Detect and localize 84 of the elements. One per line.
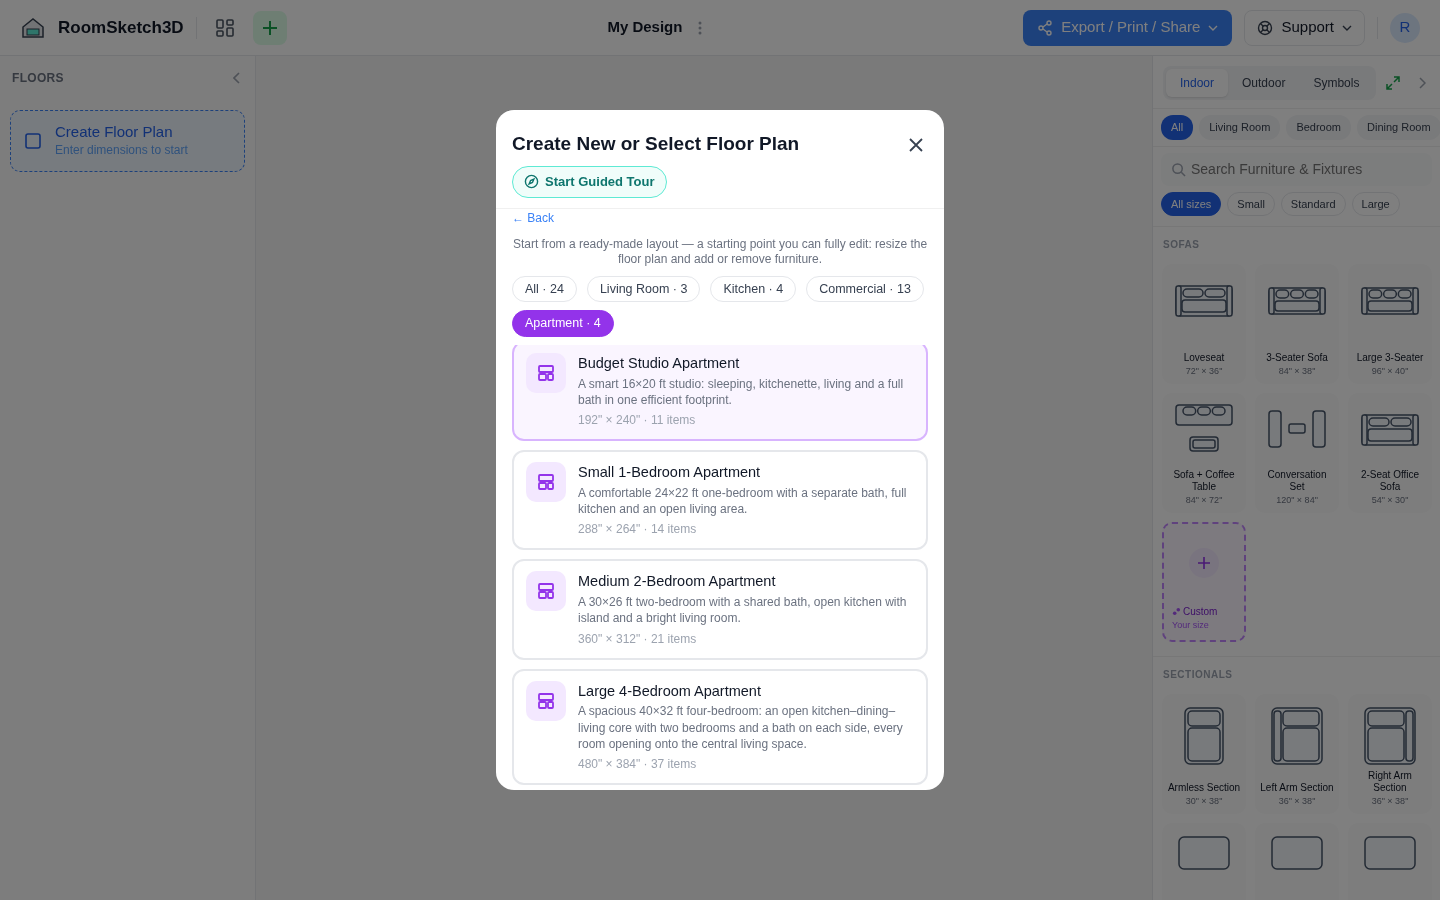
furniture-name: Right Arm Section (1367, 769, 1413, 795)
furniture-name: 3-Seater Sofa (1266, 352, 1328, 365)
furniture-size: 84" × 72" (1185, 493, 1223, 507)
more-icon[interactable] (698, 20, 703, 35)
plus-icon (1189, 548, 1219, 578)
furniture-name: 2-Seat Office Sofa (1359, 468, 1421, 494)
panel-tab[interactable]: Symbols (1299, 69, 1374, 97)
lifebuoy-icon (1257, 19, 1274, 36)
user-avatar[interactable]: R (1390, 12, 1420, 43)
furniture-size: 54" × 30" (1371, 493, 1409, 507)
plan-description: A 30×26 ft two-bedroom with a shared bath, open kitchen with island and a bright living room. (578, 594, 908, 627)
furniture-name: Loveseat (1183, 352, 1225, 365)
size-filter-chip[interactable]: Standard (1280, 191, 1346, 216)
furniture-size: 84" × 38" (1278, 364, 1316, 378)
furniture-name: Armless Section (1167, 782, 1241, 795)
create-subtitle: Enter dimensions to start (55, 142, 188, 159)
layout-icon (526, 680, 566, 721)
plan-title: Medium 2-Bedroom Apartment (578, 572, 777, 592)
category-filter-chip[interactable]: Apartment · 4 (512, 310, 614, 338)
category-filter-chip[interactable]: Kitchen · 4 (710, 275, 797, 303)
caret-icon (1208, 24, 1219, 31)
square-icon (25, 133, 41, 149)
custom-label: Custom (1172, 603, 1218, 619)
layout-icon (526, 353, 566, 394)
floor-plan-card[interactable]: Budget Studio Apartment A smart 16×20 ft studio: sleeping, kitchenette, living and a full bath in one efficient footprint. 192" × 240" · 11 items (512, 345, 928, 442)
furniture-size: 72" × 36" (1185, 364, 1223, 378)
expand-icon[interactable] (1386, 76, 1401, 90)
plan-title: Large 4-Bedroom Apartment (578, 681, 762, 701)
guided-tour-button[interactable]: Start Guided Tour (512, 166, 667, 198)
sidebar-title: FLOORS (12, 70, 64, 87)
chevron-right-icon[interactable] (1418, 77, 1427, 89)
close-icon (908, 136, 924, 153)
plan-title: Budget Studio Apartment (578, 354, 741, 374)
plan-details: 288" × 264" · 14 items (578, 521, 698, 539)
panel-tab[interactable]: Indoor (1166, 69, 1229, 97)
add-button[interactable] (252, 10, 287, 45)
collapse-icon[interactable] (233, 72, 241, 84)
plan-title: Small 1-Bedroom Apartment (578, 463, 762, 483)
create-floor-plan-item[interactable]: Create Floor Plan Enter dimensions to start (10, 110, 245, 172)
plan-description: A spacious 40×32 ft four-bedroom: an open kitchen–dining–living core with two bedrooms and a bath on each side, every room opening onto the central living space. (578, 703, 904, 752)
back-link[interactable]: ← Back (512, 208, 554, 227)
layout-icon (526, 571, 566, 612)
design-title: My Design (607, 17, 683, 38)
category-filter-chip[interactable]: Commercial · 13 (806, 275, 924, 303)
category-filter-chip[interactable]: All · 24 (512, 275, 577, 303)
category-filter-chip[interactable]: Living Room · 3 (586, 275, 701, 303)
panel-tab[interactable]: Outdoor (1228, 69, 1300, 97)
furniture-size: 36" × 38" (1371, 794, 1409, 808)
furniture-name: Sofa + Coffee Table (1172, 468, 1236, 494)
floor-plan-card[interactable]: Small 1-Bedroom Apartment A comfortable 24×22 ft one-bedroom with a separate bath, full kitchen and an open living area. 288" × 264" · 14 items (512, 450, 928, 551)
compass-icon (524, 174, 539, 190)
room-filter-chip[interactable]: Dining Room (1357, 115, 1440, 140)
plan-details: 480" × 384" · 37 items (578, 755, 698, 773)
plan-details: 360" × 312" · 21 items (578, 630, 698, 648)
plus-icon (260, 18, 279, 37)
create-title: Create Floor Plan (55, 123, 174, 141)
export-button[interactable]: Export / Print / Share (1023, 9, 1233, 46)
plan-description: A comfortable 24×22 ft one-bedroom with a separate bath, full kitchen and an open living area. (578, 485, 908, 518)
plan-description: A smart 16×20 ft studio: sleeping, kitchenette, living and a full bath in one efficient footprint. (578, 375, 905, 409)
furniture-size: 96" × 40" (1371, 364, 1409, 378)
caret-icon (1342, 24, 1352, 31)
layout-icon (526, 462, 566, 503)
custom-size-card[interactable]: Custom Your size (1162, 522, 1246, 642)
room-filter-chip[interactable]: All (1161, 115, 1194, 140)
size-filter-chip[interactable]: Small (1227, 191, 1275, 216)
dialog-title: Create New or Select Floor Plan (512, 132, 800, 156)
share-icon (1037, 19, 1054, 36)
room-filter-chip[interactable]: Bedroom (1286, 115, 1351, 140)
floor-plan-card[interactable] (512, 668, 928, 785)
size-filter-chip[interactable]: Large (1351, 191, 1400, 216)
furniture-size: 30" × 38" (1185, 794, 1223, 808)
custom-size-hint: Your size (1172, 618, 1209, 632)
plan-details: 192" × 240" · 11 items (578, 412, 697, 430)
intro-text: Start from a ready-made layout — a starting point you can fully edit: resize the floor plan and add or remove furniture. (512, 236, 928, 268)
size-filter-chip[interactable]: All sizes (1161, 191, 1222, 216)
room-filter-chip[interactable]: Living Room (1199, 115, 1281, 140)
furniture-size: 120" × 84" (1276, 493, 1318, 507)
furniture-name: Left Arm Section (1260, 782, 1334, 795)
furniture-size: 36" × 38" (1278, 794, 1316, 808)
furniture-name: Conversation Set (1266, 468, 1328, 494)
app-name: RoomSketch3D (58, 16, 184, 39)
floor-plan-card[interactable]: Medium 2-Bedroom Apartment A 30×26 ft two-bedroom with a shared bath, open kitchen with island and a bright living room. 360" × 312" · 21 items (512, 559, 928, 660)
support-button[interactable]: Support (1244, 9, 1365, 46)
furniture-name: Large 3-Seater (1356, 352, 1424, 365)
